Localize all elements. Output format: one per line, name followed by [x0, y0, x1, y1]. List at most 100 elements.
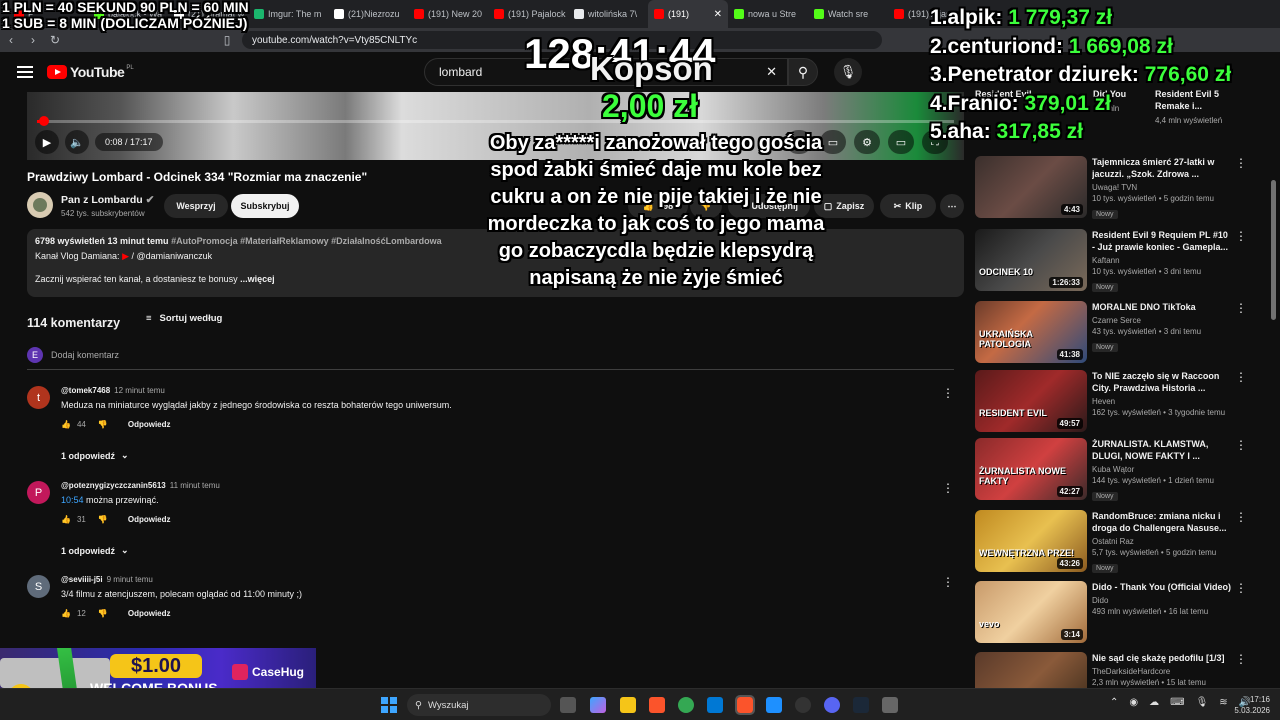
related-video-item[interactable]: UKRAIŃSKA PATOLOGIA 41:38 MORALNE DNO TikT… [975, 301, 1265, 365]
file-explorer-icon[interactable] [620, 697, 636, 713]
related-video-title[interactable]: Nie sąd cię skażę pedofilu [1/3] [1092, 652, 1232, 664]
show-replies-button[interactable]: 1 odpowiedź ⌄ [61, 450, 129, 461]
comment-author[interactable]: @poteznygizyczczanin5613 [61, 481, 166, 490]
comment-avatar[interactable]: S [27, 575, 50, 598]
voice-search-button[interactable]: 🎙 [834, 58, 862, 86]
settings-icon[interactable]: ⚙ [854, 130, 880, 154]
notepad-icon[interactable] [766, 697, 782, 713]
search-button[interactable]: ⚲ [788, 58, 818, 86]
related-video-item[interactable]: vevo 3:14 Dido - Thank You (Official Video… [975, 581, 1265, 645]
video-menu-icon[interactable]: ⋮ [1235, 438, 1247, 452]
video-menu-icon[interactable]: ⋮ [1235, 510, 1247, 524]
browser-tab[interactable]: (191) Pajalock [488, 0, 568, 28]
thumb-up-icon[interactable]: 👍 [61, 515, 71, 524]
browser-tab[interactable]: Watch sre [808, 0, 888, 28]
volume-icon[interactable]: 🔈 [65, 130, 89, 154]
youtube-logo[interactable]: YouTube PL [47, 64, 134, 80]
tray-chevron-icon[interactable]: ⌃ [1110, 697, 1118, 708]
thumb-up-icon[interactable]: 👍 [61, 420, 71, 429]
comment-menu-icon[interactable]: ⋮ [942, 386, 954, 400]
video-thumbnail[interactable]: vevo 3:14 [975, 581, 1087, 643]
bookmark-icon[interactable]: ▯ [216, 33, 238, 47]
reply-button[interactable]: Odpowiedz [128, 515, 171, 524]
calculator-icon[interactable] [882, 697, 898, 713]
browser-tab[interactable]: (191) New 20 [408, 0, 488, 28]
comment-menu-icon[interactable]: ⋮ [942, 481, 954, 495]
hashtags[interactable]: #AutoPromocja #MateriałReklamowy #Działa… [171, 236, 442, 246]
video-thumbnail[interactable]: 4:43 [975, 156, 1087, 218]
video-thumbnail[interactable]: ŻURNALISTA NOWE FAKTY 42:27 [975, 438, 1087, 500]
theater-mode-icon[interactable]: ▭ [888, 130, 914, 154]
channel-handle-link[interactable]: / @damianiwanczuk [132, 251, 213, 261]
related-video-channel[interactable]: Kuba Wątor [1092, 465, 1232, 474]
more-actions-button[interactable]: ⋯ [940, 194, 964, 218]
close-tab-icon[interactable]: ✕ [714, 9, 722, 20]
show-more-link[interactable]: ...więcej [240, 274, 275, 284]
related-video-title[interactable]: ŻURNALISTA. KLAMSTWA, DLUGI, NOWE FAKTY … [1092, 438, 1232, 462]
progress-scrubber[interactable] [39, 116, 50, 126]
tray-app-icon[interactable]: ◉ [1129, 697, 1138, 708]
browser-tab[interactable]: nowa u Stre [728, 0, 808, 28]
related-video-title[interactable]: Dido - Thank You (Official Video) [1092, 581, 1232, 593]
related-video-item[interactable]: ŻURNALISTA NOWE FAKTY 42:27 ŻURNALISTA. KL… [975, 438, 1265, 502]
video-menu-icon[interactable]: ⋮ [1235, 229, 1247, 243]
discord-icon[interactable] [824, 697, 840, 713]
video-menu-icon[interactable]: ⋮ [1235, 581, 1247, 595]
brave-active-icon[interactable] [735, 695, 755, 715]
comment-time[interactable]: 9 minut temu [107, 575, 153, 584]
video-thumbnail[interactable]: WEWNĘTRZNA PRZE! 43:26 [975, 510, 1087, 572]
back-icon[interactable]: ‹ [0, 33, 22, 47]
thumb-down-icon[interactable]: 👎 [98, 515, 108, 524]
thumb-up-icon[interactable]: 👍 [61, 609, 71, 618]
video-thumbnail[interactable]: UKRAIŃSKA PATOLOGIA 41:38 [975, 301, 1087, 363]
menu-icon[interactable] [17, 66, 33, 78]
related-video-item[interactable]: ODCINEK 10 1:26:33 Resident Evil 9 Requiem… [975, 229, 1265, 293]
comment-time[interactable]: 11 minut temu [170, 481, 220, 490]
taskbar-clock[interactable]: 17:16 5.03.2026 [1222, 694, 1270, 716]
sort-button[interactable]: ≡ Sortuj według [146, 313, 222, 324]
brave-icon[interactable] [649, 697, 665, 713]
browser-tab[interactable]: (21)Niezrozu [328, 0, 408, 28]
related-video-channel[interactable]: Dido [1092, 596, 1232, 605]
comment-avatar[interactable]: t [27, 386, 50, 409]
play-button[interactable]: ▶ [35, 130, 59, 154]
related-video-title[interactable]: To NIE zaczęło się w Raccoon City. Prawd… [1092, 370, 1232, 394]
browser-tab[interactable]: Imgur: The m [248, 0, 328, 28]
support-button[interactable]: Wesprzyj [164, 194, 228, 218]
comment-author[interactable]: @tomek7468 [61, 386, 110, 395]
comment-author[interactable]: @seviiii-j5i [61, 575, 103, 584]
forward-icon[interactable]: › [22, 33, 44, 47]
channel-name[interactable]: Pan z Lombardu ✔ [61, 194, 154, 206]
store-icon[interactable] [707, 697, 723, 713]
thumb-down-icon[interactable]: 👎 [98, 420, 108, 429]
reload-icon[interactable]: ↻ [44, 33, 66, 47]
related-video-channel[interactable]: Heven [1092, 397, 1232, 406]
video-menu-icon[interactable]: ⋮ [1235, 301, 1247, 315]
timestamp-link[interactable]: 10:54 [61, 495, 84, 505]
related-video-title[interactable]: RandomBruce: zmiana nicku i droga do Cha… [1092, 510, 1232, 534]
clip-button[interactable]: ✂ Klip [880, 194, 936, 218]
task-view-icon[interactable] [560, 697, 576, 713]
reply-button[interactable]: Odpowiedz [128, 420, 171, 429]
scrollbar[interactable] [1271, 180, 1276, 320]
related-video-channel[interactable]: Ostatni Raz [1092, 537, 1232, 546]
related-video-channel[interactable]: Uwaga! TVN [1092, 183, 1232, 192]
related-video-title[interactable]: MORALNE DNO TikToka [1092, 301, 1232, 313]
video-menu-icon[interactable]: ⋮ [1235, 652, 1247, 666]
obs-icon[interactable] [795, 697, 811, 713]
channel-avatar[interactable] [27, 192, 53, 218]
show-replies-button[interactable]: 1 odpowiedź ⌄ [61, 545, 129, 556]
copilot-icon[interactable] [590, 697, 606, 713]
reply-button[interactable]: Odpowiedz [128, 609, 171, 618]
related-video-item[interactable]: WEWNĘTRZNA PRZE! 43:26 RandomBruce: zmiana… [975, 510, 1265, 574]
related-video-channel[interactable]: Czarne Serce [1092, 316, 1232, 325]
related-video-channel[interactable]: Kaftann [1092, 256, 1232, 265]
video-thumbnail[interactable]: RESIDENT EVIL 49:57 [975, 370, 1087, 432]
mic-tray-icon[interactable]: 🎙 [1196, 697, 1209, 708]
comment-avatar[interactable]: P [27, 481, 50, 504]
add-comment-input[interactable]: Dodaj komentarz [51, 350, 119, 360]
related-video-title[interactable]: Tajemnicza śmierć 27-latki w jacuzzi. „S… [1092, 156, 1232, 180]
add-comment-row[interactable]: E Dodaj komentarz [27, 347, 954, 370]
tray-cloud-icon[interactable]: ☁ [1149, 697, 1159, 708]
comment-time[interactable]: 12 minut temu [114, 386, 165, 395]
